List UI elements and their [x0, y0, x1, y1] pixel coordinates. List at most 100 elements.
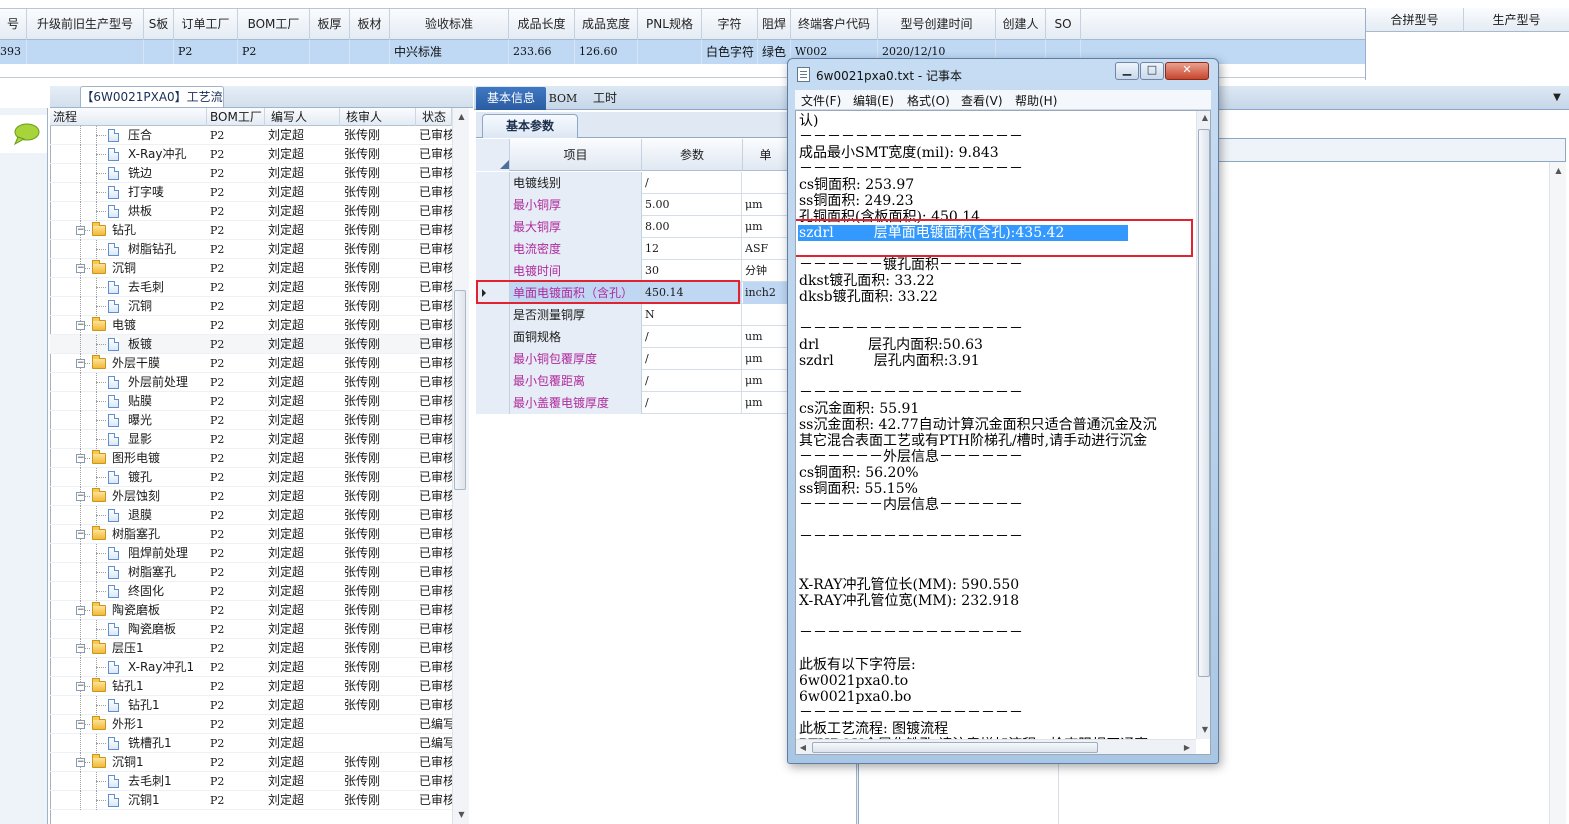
notepad-window[interactable]: 6w0021pxa0.txt - 记事本 ▁ □ ✕ 文件(F) 编辑(E) 格…: [787, 58, 1219, 764]
col-header-no[interactable]: 号: [0, 9, 27, 40]
tree-row[interactable]: 铣槽孔1 P2 刘定超 已编写: [50, 734, 452, 753]
tree-row[interactable]: 打字唛 P2 刘定超 张传刚 已审核: [50, 183, 452, 202]
menu-edit[interactable]: 编辑(E): [853, 92, 894, 109]
param-row[interactable]: 最小包覆距离 / μm: [476, 370, 788, 392]
chat-bubble-icon[interactable]: [0, 115, 47, 153]
tree-row[interactable]: 终固化 P2 刘定超 张传刚 已审核: [50, 582, 452, 601]
collapse-icon[interactable]: −: [76, 644, 85, 653]
param-value[interactable]: /: [642, 326, 742, 348]
col-header-material[interactable]: 板材: [350, 9, 390, 40]
tree-row[interactable]: 曝光 P2 刘定超 张传刚 已审核: [50, 411, 452, 430]
param-col-unit[interactable]: 单: [743, 139, 788, 171]
tab-bom[interactable]: BOM: [548, 87, 578, 110]
tab-basic-info[interactable]: 基本信息: [476, 87, 546, 110]
tree-row[interactable]: 钻孔1 P2 刘定超 张传刚 已审核: [50, 696, 452, 715]
col-header-production-model[interactable]: 生产型号: [1464, 8, 1569, 32]
scroll-up-icon[interactable]: ▲: [1550, 164, 1567, 178]
tree-row[interactable]: − 层压1 P2 刘定超 张传刚 已审核: [50, 639, 452, 658]
tree-row[interactable]: 显影 P2 刘定超 张传刚 已审核: [50, 430, 452, 449]
col-header-width[interactable]: 成品宽度: [575, 9, 638, 40]
tree-row[interactable]: − 钻孔 P2 刘定超 张传刚 已审核: [50, 221, 452, 240]
col-header-soldermask[interactable]: 阻焊: [758, 9, 791, 40]
tree-row[interactable]: 镀孔 P2 刘定超 张传刚 已审核: [50, 468, 452, 487]
row-indicator[interactable]: [476, 194, 510, 216]
tab-process-flow[interactable]: 【6W0021PXA0】工艺流程: [80, 86, 224, 124]
tree-row[interactable]: − 外层干膜 P2 刘定超 张传刚 已审核: [50, 354, 452, 373]
row-indicator[interactable]: [476, 304, 510, 326]
tree-row[interactable]: − 钻孔1 P2 刘定超 张传刚 已审核: [50, 677, 452, 696]
menu-format[interactable]: 格式(O): [907, 92, 950, 109]
tree-row[interactable]: − 外层蚀刻 P2 刘定超 张传刚 已审核: [50, 487, 452, 506]
row-indicator[interactable]: [476, 238, 510, 260]
tree-row[interactable]: 树脂钻孔 P2 刘定超 张传刚 已审核: [50, 240, 452, 259]
param-value[interactable]: /: [642, 392, 742, 414]
tree-row[interactable]: 树脂塞孔 P2 刘定超 张传刚 已审核: [50, 563, 452, 582]
row-indicator[interactable]: [476, 370, 510, 392]
row-indicator[interactable]: [476, 216, 510, 238]
row-indicator[interactable]: [476, 172, 510, 194]
row-indicator[interactable]: [476, 260, 510, 282]
tree-row[interactable]: 铣边 P2 刘定超 张传刚 已审核: [50, 164, 452, 183]
param-row[interactable]: 最大铜厚 8.00 μm: [476, 216, 788, 238]
col-header-s-board[interactable]: S板: [144, 9, 174, 40]
collapse-icon[interactable]: −: [76, 321, 85, 330]
tree-row[interactable]: − 树脂塞孔 P2 刘定超 张传刚 已审核: [50, 525, 452, 544]
tree-row[interactable]: 沉铜1 P2 刘定超 张传刚 已审核: [50, 791, 452, 810]
notepad-text[interactable]: 认) －－－－－－－－－－－－－－－－ 成品最小SMT宽度(mil): 9.843 －…: [799, 113, 1189, 753]
menu-file[interactable]: 文件(F): [801, 92, 841, 109]
col-header-pnl[interactable]: PNL规格: [638, 9, 702, 40]
param-row[interactable]: 电流密度 12 ASF: [476, 238, 788, 260]
tab-work-hours[interactable]: 工时: [586, 87, 624, 110]
notepad-hscroll-thumb[interactable]: [812, 742, 1098, 753]
tree-col-process[interactable]: 流程: [50, 108, 207, 126]
notepad-scroll-thumb[interactable]: [1198, 129, 1210, 677]
tree-row[interactable]: X-Ray冲孔1 P2 刘定超 张传刚 已审核: [50, 658, 452, 677]
param-row[interactable]: 电镀时间 30 分钟: [476, 260, 788, 282]
menu-view[interactable]: 查看(V): [961, 92, 1003, 109]
notepad-text-area[interactable]: 认) －－－－－－－－－－－－－－－－ 成品最小SMT宽度(mil): 9.843 －…: [795, 110, 1211, 755]
param-col-item[interactable]: 项目: [510, 139, 642, 171]
col-header-acceptance[interactable]: 验收标准: [390, 9, 509, 40]
col-header-old-model[interactable]: 升级前旧生产型号: [27, 9, 144, 40]
param-row[interactable]: 最小铜厚 5.00 μm: [476, 194, 788, 216]
param-row[interactable]: 最小盖覆电镀厚度 / μm: [476, 392, 788, 414]
col-header-customer-code[interactable]: 终端客户代码: [791, 9, 878, 40]
tree-col-status[interactable]: 状态: [416, 108, 452, 126]
right-vertical-scrollbar[interactable]: ▲: [1549, 162, 1566, 824]
tree-row[interactable]: − 沉铜 P2 刘定超 张传刚 已审核: [50, 259, 452, 278]
collapse-icon[interactable]: −: [76, 226, 85, 235]
tree-row[interactable]: 压合 P2 刘定超 张传刚 已审核: [50, 126, 452, 145]
collapse-icon[interactable]: −: [76, 720, 85, 729]
row-indicator[interactable]: [476, 326, 510, 348]
collapse-icon[interactable]: −: [76, 454, 85, 463]
minimize-icon[interactable]: ▁: [1115, 62, 1139, 80]
collapse-icon[interactable]: −: [76, 606, 85, 615]
collapse-icon[interactable]: −: [76, 682, 85, 691]
row-indicator[interactable]: [476, 392, 510, 414]
col-header-thickness[interactable]: 板厚: [310, 9, 350, 40]
maximize-icon[interactable]: □: [1140, 62, 1164, 80]
tree-col-editor[interactable]: 编写人: [265, 108, 340, 126]
tree-row[interactable]: 贴膜 P2 刘定超 张传刚 已审核: [50, 392, 452, 411]
param-row[interactable]: 面铜规格 / um: [476, 326, 788, 348]
collapse-icon[interactable]: −: [76, 530, 85, 539]
tree-row[interactable]: 去毛刺1 P2 刘定超 张传刚 已审核: [50, 772, 452, 791]
col-header-length[interactable]: 成品长度: [509, 9, 575, 40]
tree-row[interactable]: − 电镀 P2 刘定超 张传刚 已审核: [50, 316, 452, 335]
scroll-down-icon[interactable]: ▼: [1197, 723, 1210, 737]
tree-row[interactable]: − 外形1 P2 刘定超 已编写: [50, 715, 452, 734]
scroll-left-icon[interactable]: ◀: [796, 741, 810, 754]
tree-row[interactable]: 阻焊前处理 P2 刘定超 张传刚 已审核: [50, 544, 452, 563]
param-row[interactable]: 最小铜包覆厚度 / μm: [476, 348, 788, 370]
param-value[interactable]: 8.00: [642, 216, 742, 238]
tree-row[interactable]: − 沉铜1 P2 刘定超 张传刚 已审核: [50, 753, 452, 772]
tree-row[interactable]: 烘板 P2 刘定超 张传刚 已审核: [50, 202, 452, 221]
param-value[interactable]: /: [642, 172, 742, 194]
tree-scroll-thumb[interactable]: [454, 290, 466, 490]
param-col-value[interactable]: 参数: [642, 139, 743, 171]
tree-row[interactable]: 陶瓷磨板 P2 刘定超 张传刚 已审核: [50, 620, 452, 639]
menu-help[interactable]: 帮助(H): [1015, 92, 1057, 109]
scroll-right-icon[interactable]: ▶: [1180, 741, 1194, 754]
tree-col-bom-factory[interactable]: BOM工厂: [207, 108, 265, 126]
tree-row[interactable]: 退膜 P2 刘定超 张传刚 已审核: [50, 506, 452, 525]
